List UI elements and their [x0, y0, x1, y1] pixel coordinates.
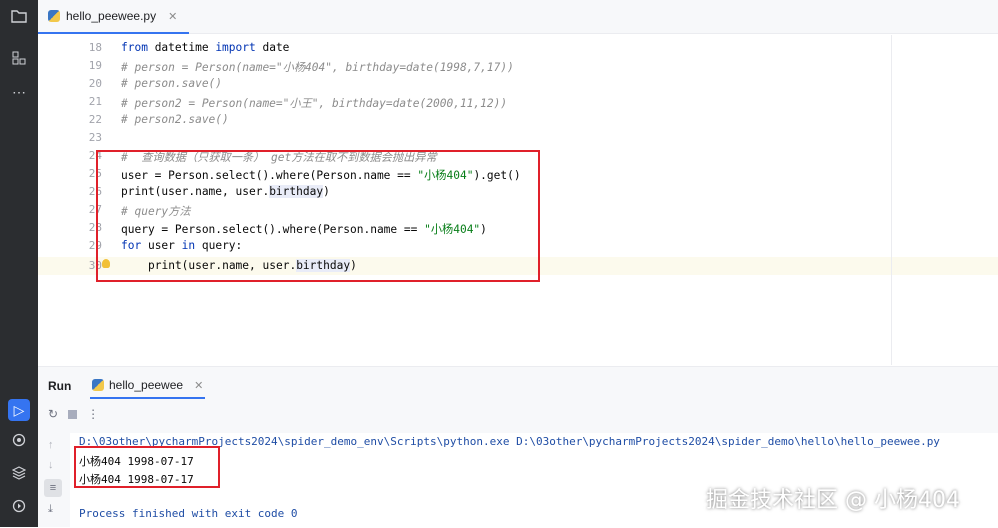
python-console-icon[interactable]	[9, 432, 29, 452]
line-number: 23	[88, 131, 102, 144]
python-file-icon	[48, 10, 60, 22]
right-margin-guide	[891, 35, 892, 365]
down-arrow-icon[interactable]: ↓	[48, 459, 54, 471]
rerun-icon[interactable]: ↻	[48, 407, 58, 421]
more-icon[interactable]: ⋯	[9, 82, 29, 102]
close-icon[interactable]: ✕	[168, 10, 177, 23]
tool-window-strip: ⋯ ▷	[0, 0, 38, 527]
stop-icon[interactable]	[68, 410, 78, 419]
annotation-box-output	[74, 446, 220, 488]
wrap-icon[interactable]: ≡	[44, 479, 62, 497]
code-line-22: # person2.save()	[121, 113, 229, 126]
services-icon[interactable]	[9, 498, 29, 518]
code-line-19: # person = Person(name="小杨404", birthday…	[121, 61, 514, 74]
up-arrow-icon[interactable]: ↑	[48, 439, 54, 451]
layers-icon[interactable]	[9, 465, 29, 485]
run-tab-hello-peewee[interactable]: hello_peewee ✕	[90, 373, 206, 399]
run-tab-label: hello_peewee	[109, 378, 184, 392]
annotation-box-code	[96, 150, 540, 282]
structure-icon[interactable]	[9, 50, 29, 70]
watermark: 掘金技术社区 @ 小杨404	[706, 488, 960, 513]
editor-tab-bar: hello_peewee.py ✕	[38, 0, 998, 34]
line-number: 18	[88, 41, 102, 54]
code-line-18: from datetime import date	[121, 41, 290, 54]
scroll-end-icon[interactable]: ⤓	[48, 503, 53, 516]
editor-tab-label: hello_peewee.py	[66, 9, 157, 23]
line-number: 19	[88, 59, 102, 72]
run-icon[interactable]: ▷	[8, 399, 30, 421]
run-panel-title: Run	[48, 379, 72, 393]
line-number: 21	[88, 95, 102, 108]
editor-tab-hello-peewee[interactable]: hello_peewee.py ✕	[38, 0, 190, 34]
line-number: 20	[88, 77, 102, 90]
code-line-20: # person.save()	[121, 77, 223, 90]
close-icon[interactable]: ✕	[194, 379, 203, 392]
line-number: 22	[88, 113, 102, 126]
menu-icon[interactable]: ⋮	[87, 407, 99, 421]
run-toolbar: ↻ ⋮	[48, 407, 99, 421]
python-file-icon	[92, 379, 104, 391]
code-line-21: # person2 = Person(name="小王", birthday=d…	[121, 97, 508, 110]
code-editor[interactable]: 18 19 20 21 22 23 24 25 26 27 28 29 30 f…	[38, 35, 998, 365]
console-finished-line: Process finished with exit code 0	[79, 507, 298, 520]
folder-icon[interactable]	[9, 8, 29, 28]
